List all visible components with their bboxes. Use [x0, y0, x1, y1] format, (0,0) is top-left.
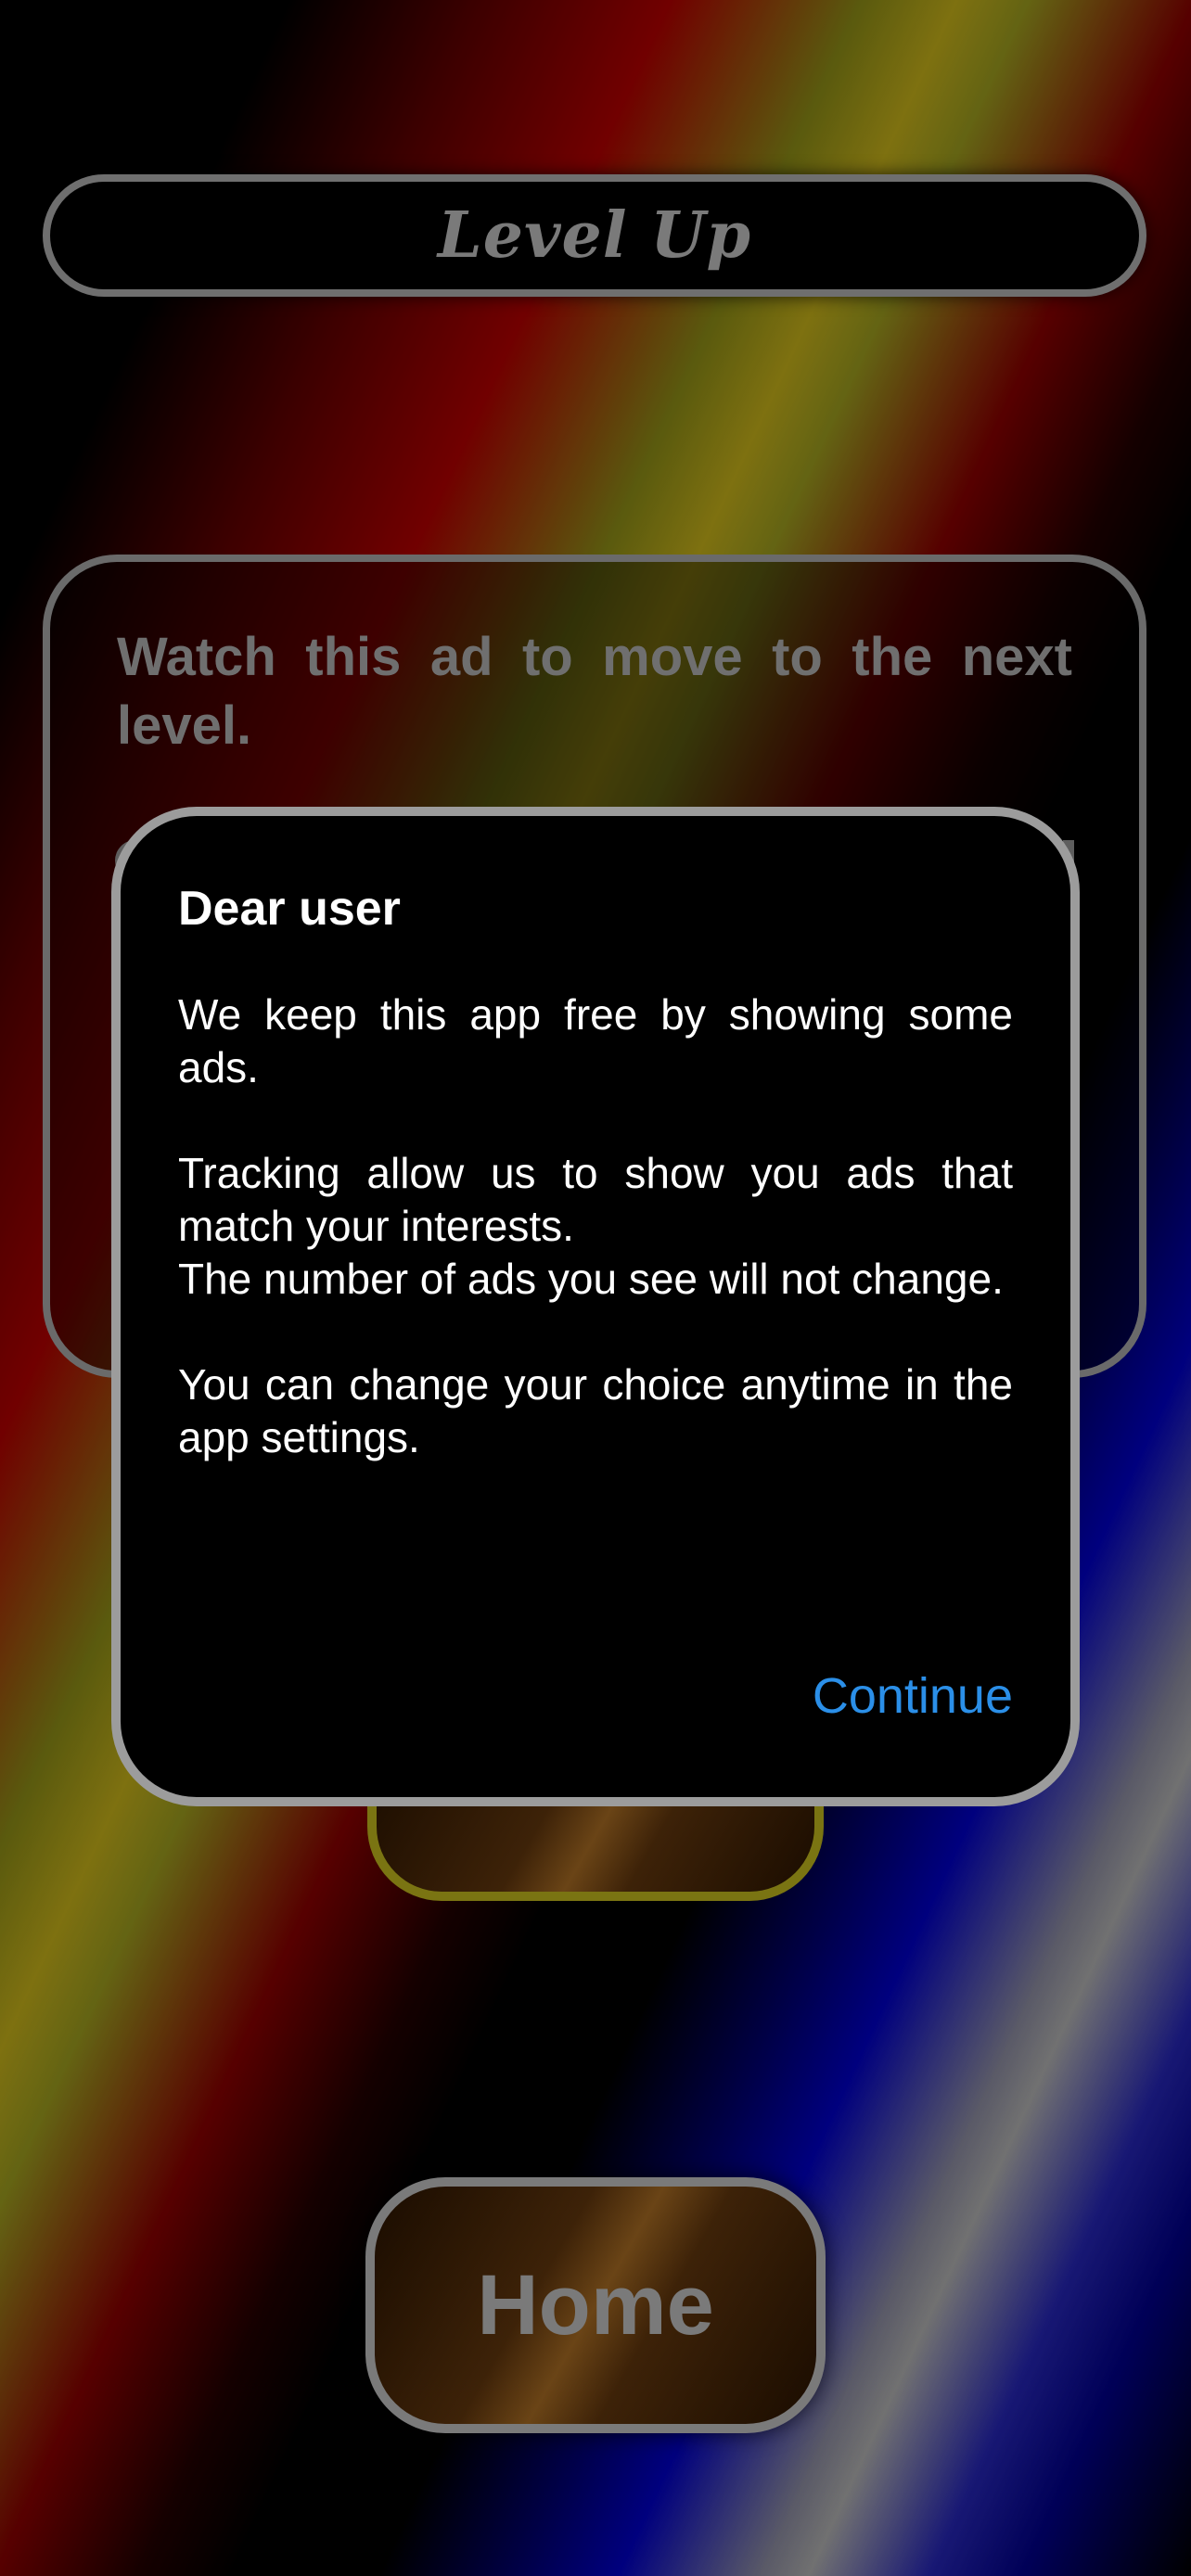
dialog-title: Dear user [178, 882, 401, 936]
title-bar: Level Up [43, 174, 1146, 297]
dialog-paragraph: We keep this app free by showing some ad… [178, 990, 1013, 1091]
page-title: Level Up [437, 198, 752, 273]
dialog-message: We keep this app free by showing some ad… [178, 988, 1013, 1464]
dialog-paragraph: The number of ads you see will not chang… [178, 1255, 1004, 1303]
dialog-paragraph: You can change your choice anytime in th… [178, 1360, 1013, 1461]
home-button[interactable]: Home [365, 2177, 826, 2433]
tracking-consent-dialog: Dear user We keep this app free by showi… [111, 807, 1080, 1806]
home-button-label: Home [477, 2257, 714, 2353]
info-card-text: Watch this ad to move to the next level. [117, 627, 1072, 756]
dialog-paragraph: Tracking allow us to show you ads that m… [178, 1149, 1013, 1250]
continue-button[interactable]: Continue [813, 1667, 1013, 1725]
